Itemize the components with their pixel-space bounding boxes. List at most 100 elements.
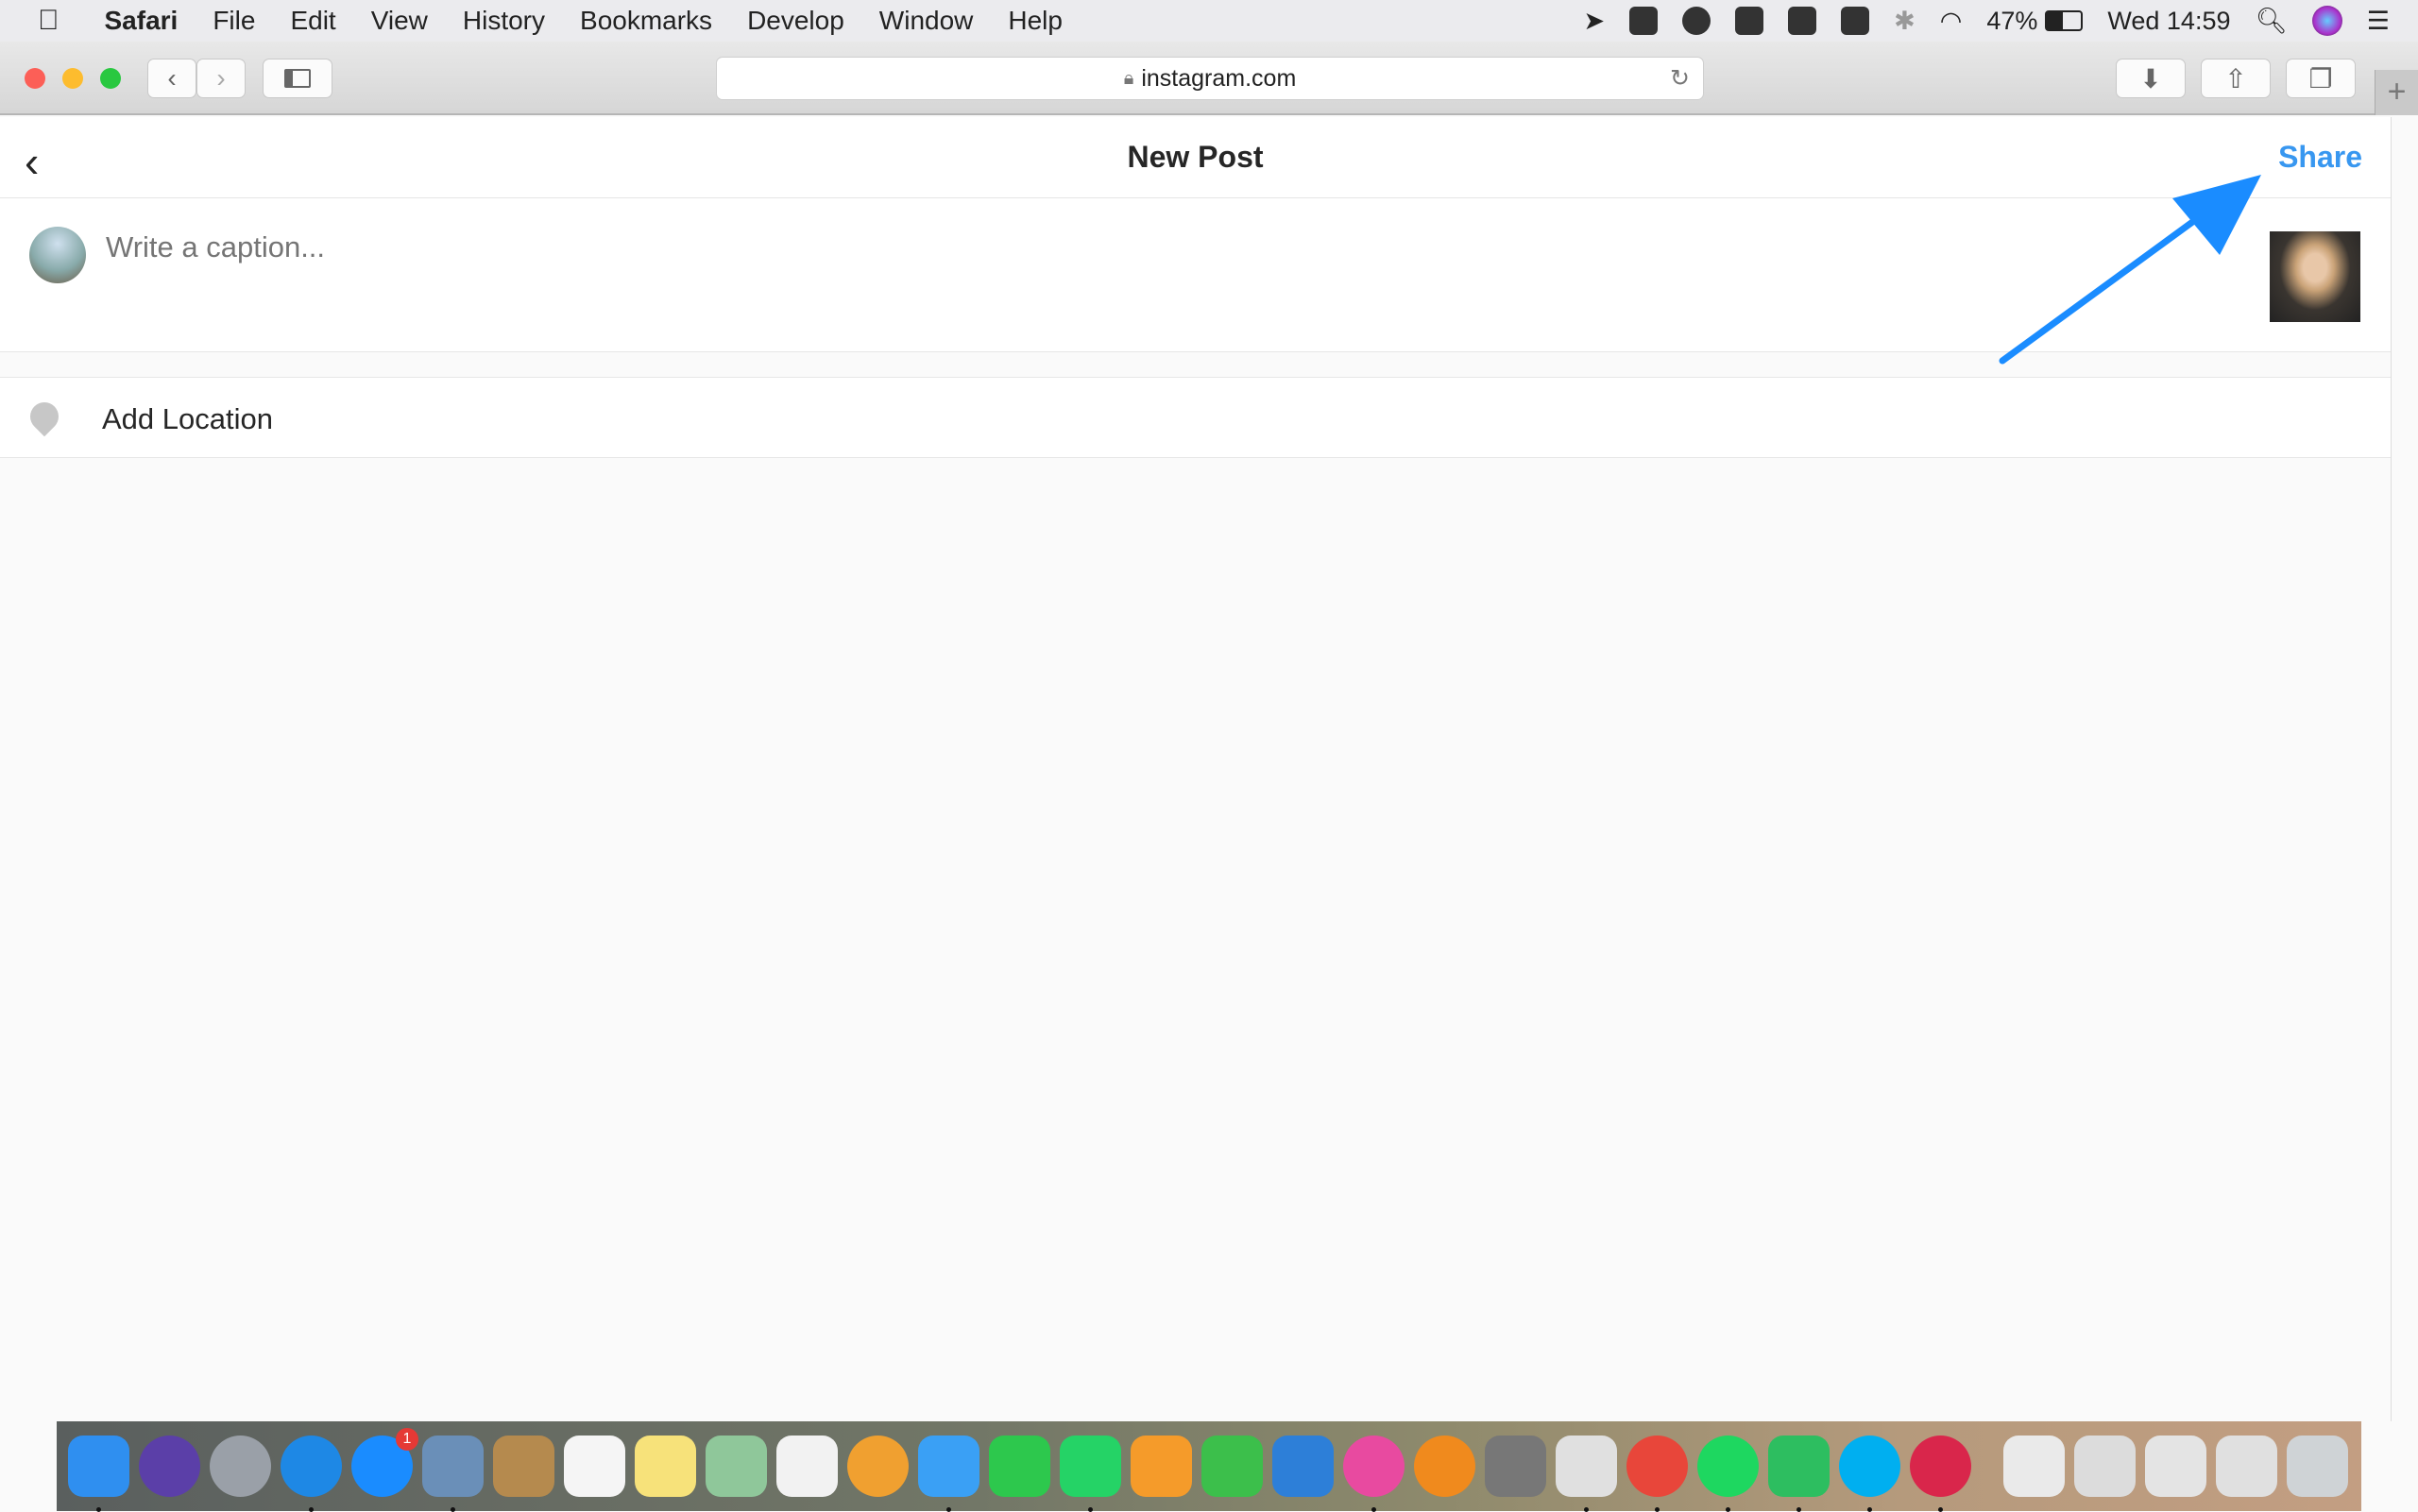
notification-center-icon[interactable]: ☰ (2367, 7, 2390, 36)
dock-safari-icon[interactable] (281, 1436, 342, 1512)
dock-slack-icon[interactable] (1556, 1436, 1617, 1512)
menu-view[interactable]: View (371, 6, 428, 36)
dock-skype-icon[interactable] (1839, 1436, 1900, 1512)
running-indicator (1088, 1507, 1093, 1512)
airmail-icon[interactable] (1629, 7, 1659, 35)
dock-photos-icon[interactable] (847, 1436, 909, 1497)
dock-airmail-icon[interactable] (1910, 1436, 1971, 1512)
running-indicator (1938, 1507, 1943, 1512)
location-pin-icon (24, 396, 65, 437)
dock-window-2-icon[interactable] (2074, 1436, 2136, 1497)
dock-facetime-icon[interactable] (989, 1436, 1050, 1497)
dock-calendar-icon[interactable] (564, 1436, 625, 1497)
battery-percent[interactable]: 47% (1986, 7, 2037, 36)
dropbox-icon[interactable] (1735, 7, 1764, 35)
minimize-window-button[interactable] (62, 68, 83, 89)
dock-maps-icon[interactable] (706, 1436, 767, 1497)
caption-input[interactable] (106, 230, 1523, 264)
menu-file[interactable]: File (213, 6, 255, 36)
avatar (29, 227, 86, 283)
bluetooth-icon[interactable]: ✱ (1894, 7, 1916, 36)
add-location-row[interactable]: Add Location (0, 377, 2391, 458)
running-indicator (1796, 1507, 1801, 1512)
dock-whatsapp-icon[interactable] (1060, 1436, 1121, 1512)
dock-notes-icon[interactable] (635, 1436, 696, 1497)
menu-edit[interactable]: Edit (290, 6, 335, 36)
dock-numbers-icon[interactable] (1201, 1436, 1263, 1497)
tabs-overview-button[interactable]: ❐ (2286, 59, 2356, 98)
dock-window-1-icon[interactable] (2003, 1436, 2065, 1497)
running-indicator (309, 1507, 314, 1512)
menu-app-name[interactable]: Safari (105, 6, 179, 36)
downloads-button[interactable]: ⬇ (2116, 59, 2186, 98)
dock-siri-icon[interactable] (139, 1436, 200, 1497)
share-button[interactable]: Share (2278, 140, 2362, 175)
dock-itunes-icon[interactable] (1343, 1436, 1405, 1512)
battery-icon[interactable] (2045, 10, 2084, 31)
dock-pages-icon[interactable] (1131, 1436, 1192, 1497)
dock-ibooks-icon[interactable] (1414, 1436, 1475, 1497)
status-area: ➤ ✱ ◠ 47% Wed 14:59 🔍︎ ☰ (1584, 0, 2390, 42)
address-bar[interactable]: 🔒︎ instagram.com ↻ (716, 57, 1704, 100)
menu-help[interactable]: Help (1008, 6, 1063, 36)
url-text: instagram.com (1141, 64, 1297, 92)
dock-trash-icon[interactable] (2287, 1436, 2348, 1497)
dock-keynote-icon[interactable] (1272, 1436, 1334, 1497)
apple-menu-icon[interactable]:  (38, 5, 60, 37)
dock-spotify-icon[interactable] (1697, 1436, 1759, 1512)
skype-icon[interactable] (1682, 7, 1711, 35)
spotlight-icon[interactable]: 🔍︎ (2256, 6, 2288, 36)
browser-toolbar: ‹ › 🔒︎ instagram.com ↻ ⬇ ⇧ ❐ + (0, 42, 2418, 115)
dock-contacts-icon[interactable] (493, 1436, 554, 1497)
evernote-icon[interactable] (1788, 7, 1817, 35)
reload-icon[interactable]: ↻ (1670, 64, 1690, 93)
dock-messages-icon[interactable] (918, 1436, 979, 1512)
google-drive-icon[interactable] (1841, 7, 1870, 35)
dock-evernote-icon[interactable] (1768, 1436, 1830, 1512)
running-indicator (1655, 1507, 1660, 1512)
download-icon: ⬇ (2139, 63, 2162, 93)
siri-icon[interactable] (2311, 6, 2342, 36)
forward-nav-button[interactable]: › (196, 59, 246, 98)
menu-bookmarks[interactable]: Bookmarks (580, 6, 712, 36)
dock-preview-icon[interactable] (422, 1436, 484, 1512)
dock-window-3-icon[interactable] (2145, 1436, 2206, 1497)
dock: 1 (57, 1421, 2361, 1512)
running-indicator (1584, 1507, 1589, 1512)
sidebar-button[interactable] (263, 59, 332, 98)
dock-system-preferences-icon[interactable] (1485, 1436, 1546, 1497)
dock-app-store-icon[interactable]: 1 (351, 1428, 418, 1497)
dock-reminders-icon[interactable] (776, 1436, 838, 1497)
tabs-icon: ❐ (2308, 63, 2333, 93)
dock-window-4-icon[interactable] (2216, 1436, 2277, 1497)
chevron-left-icon: ‹ (167, 63, 177, 93)
running-indicator (1371, 1507, 1376, 1512)
menu-history[interactable]: History (463, 6, 545, 36)
close-window-button[interactable] (25, 68, 45, 89)
sidebar-icon (284, 69, 311, 88)
dock-chrome-icon[interactable] (1626, 1436, 1688, 1512)
new-tab-button[interactable]: + (2375, 70, 2418, 115)
post-image-thumbnail (2270, 231, 2360, 322)
share-icon: ⇧ (2224, 63, 2247, 93)
menu-develop[interactable]: Develop (747, 6, 844, 36)
running-indicator (1867, 1507, 1872, 1512)
menu-bar:  Safari File Edit View History Bookmark… (0, 0, 2418, 42)
dock-finder-icon[interactable] (68, 1436, 129, 1512)
running-indicator (946, 1507, 951, 1512)
annotation-arrow (1999, 175, 2261, 365)
wifi-icon[interactable]: ◠ (1940, 7, 1963, 36)
share-page-button[interactable]: ⇧ (2201, 59, 2271, 98)
notification-badge: 1 (396, 1428, 418, 1451)
zoom-window-button[interactable] (100, 68, 121, 89)
chevron-right-icon: › (216, 63, 226, 93)
dock-launchpad-icon[interactable] (210, 1436, 271, 1497)
running-indicator (451, 1507, 455, 1512)
back-nav-button[interactable]: ‹ (147, 59, 196, 98)
running-indicator (1726, 1507, 1730, 1512)
running-indicator (96, 1507, 101, 1512)
menu-window[interactable]: Window (879, 6, 974, 36)
location-icon[interactable]: ➤ (1584, 7, 1606, 36)
add-location-label: Add Location (102, 402, 273, 435)
clock[interactable]: Wed 14:59 (2107, 7, 2230, 36)
